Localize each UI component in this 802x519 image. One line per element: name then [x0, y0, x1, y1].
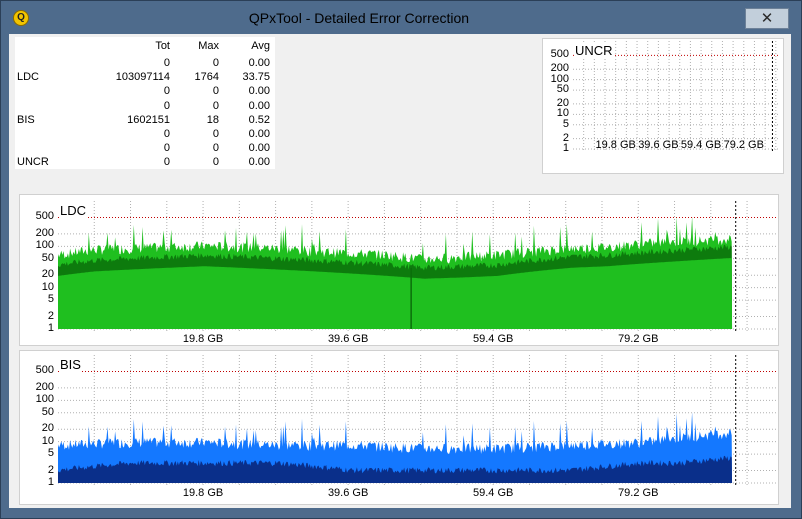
- ldc-plot: [58, 201, 776, 331]
- bis-plot: [58, 355, 776, 485]
- ldc-chart: LDC 500 200 100 50 20 10 5 2 1 19.8 GB 39.6 GB 59.4 …: [19, 194, 779, 346]
- ldc-chart-title: LDC: [60, 203, 87, 218]
- uncr-x-tick: 79.2 GB: [723, 139, 764, 151]
- bis-y-tick: 100: [35, 393, 54, 406]
- stats-cell-avg: 0.00: [248, 85, 270, 98]
- uncr-chart: UNCR 500 200 100 50 20 10 5 2 1 19.8 GB 39.6 GB 59.4…: [542, 38, 784, 174]
- title-bar[interactable]: Q QPxTool - Detailed Error Correction ✕: [1, 1, 801, 35]
- bis-x-tick: 59.4 GB: [473, 487, 514, 499]
- uncr-chart-title: UNCR: [575, 43, 613, 58]
- stats-cell-max: 0: [212, 85, 219, 98]
- bis-y-tick: 2: [47, 463, 54, 476]
- stats-cell-tot: 0: [163, 85, 170, 98]
- ldc-y-tick: 2: [47, 309, 54, 322]
- bis-x-tick: 19.8 GB: [182, 487, 224, 499]
- window-title: QPxTool - Detailed Error Correction: [248, 10, 470, 26]
- bis-y-tick: 50: [41, 405, 54, 418]
- stats-cell-max: 0: [212, 156, 219, 169]
- bis-y-tick: 20: [41, 422, 54, 435]
- stats-cell-max: 0: [212, 128, 219, 140]
- stats-cell-avg: 33.75: [242, 71, 270, 84]
- ldc-x-tick: 19.8 GB: [182, 333, 224, 345]
- ldc-x-tick: 79.2 GB: [618, 333, 659, 345]
- stats-cell-max: 0: [212, 99, 219, 112]
- stats-cell-max: 18: [206, 113, 219, 126]
- ldc-y-tick: 1: [47, 322, 54, 334]
- ldc-y-tick: 200: [35, 226, 54, 239]
- stats-header-tot: Tot: [155, 40, 170, 52]
- stats-row-label: LDC: [17, 71, 40, 84]
- stats-cell-tot: 0: [163, 156, 170, 169]
- uncr-y-tick: 500: [550, 48, 569, 61]
- stats-header-avg: Avg: [251, 40, 270, 52]
- bis-x-tick: 79.2 GB: [618, 487, 659, 499]
- ldc-y-tick: 5: [47, 293, 54, 306]
- bis-chart-title: BIS: [60, 357, 81, 372]
- stats-row-label: BIS: [17, 113, 35, 126]
- stats-header-max: Max: [198, 40, 219, 52]
- stats-cell-tot: 0: [163, 128, 170, 140]
- stats-cell-max: 1764: [194, 71, 219, 84]
- ldc-y-tick: 100: [35, 239, 54, 252]
- stats-cell-max: 0: [212, 57, 219, 69]
- stats-cell-tot: 103097114: [115, 71, 170, 84]
- ldc-y-tick: 20: [41, 268, 54, 281]
- close-button[interactable]: ✕: [745, 8, 789, 29]
- stats-cell-avg: 0.00: [248, 57, 270, 69]
- ldc-x-tick: 39.6 GB: [327, 333, 369, 345]
- stats-cell-tot: 0: [163, 142, 170, 155]
- stats-row-label: UNCR: [17, 156, 49, 169]
- ldc-y-tick: 50: [41, 251, 54, 264]
- bis-y-tick: 5: [47, 447, 54, 460]
- bis-y-tick: 200: [35, 380, 54, 393]
- stats-cell-avg: 0.00: [248, 99, 270, 112]
- bis-chart: BIS 500 200 100 50 20 10 5 2 1 19.8 GB 39.6 GB 59.4 …: [19, 350, 779, 505]
- ldc-y-tick: 10: [41, 280, 54, 293]
- ldc-x-tick: 59.4 GB: [473, 333, 514, 345]
- stats-cell-tot: 0: [163, 57, 170, 69]
- stats-table: Tot Max Avg 0 0 0.00 LDC 103097114 1764 33.75 0 0 0.…: [15, 37, 275, 169]
- stats-cell-avg: 0.00: [248, 128, 270, 140]
- ldc-y-tick: 500: [35, 210, 54, 223]
- uncr-y-tick: 50: [556, 83, 569, 96]
- stats-cell-max: 0: [212, 142, 219, 155]
- bis-y-tick: 500: [35, 364, 54, 377]
- bis-y-tick: 1: [47, 476, 54, 488]
- stats-cell-avg: 0.00: [248, 156, 270, 169]
- stats-cell-tot: 1602151: [127, 113, 170, 126]
- bis-x-tick: 39.6 GB: [327, 487, 369, 499]
- bis-y-tick: 10: [41, 434, 54, 447]
- uncr-y-tick: 1: [562, 142, 569, 154]
- stats-cell-avg: 0.52: [248, 113, 270, 126]
- uncr-y-tick: 5: [562, 117, 569, 130]
- stats-cell-avg: 0.00: [248, 142, 270, 155]
- stats-cell-tot: 0: [163, 99, 170, 112]
